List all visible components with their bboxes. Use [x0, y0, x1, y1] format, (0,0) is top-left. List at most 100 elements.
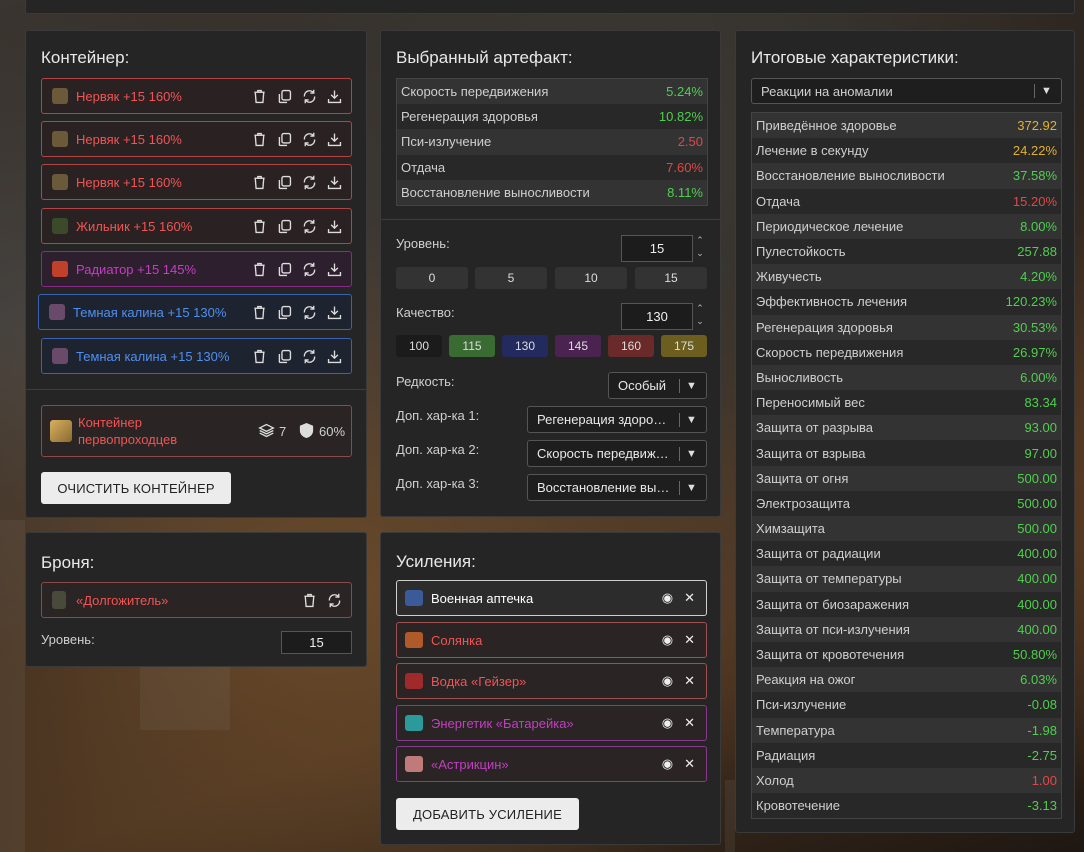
quality-preset-button[interactable]: 160 [608, 335, 654, 357]
refresh-icon[interactable] [301, 218, 318, 235]
armor-level-input[interactable]: 15 [281, 631, 352, 654]
container-item[interactable]: Нервяк +15 160% [41, 78, 352, 114]
boost-item[interactable]: Солянка ◉ ✕ [396, 622, 707, 658]
stat-row: Восстановление выносливости 8.11% [397, 179, 707, 205]
level-preset-button[interactable]: 5 [475, 267, 547, 289]
eye-icon[interactable]: ◉ [662, 590, 673, 606]
level-preset-button[interactable]: 0 [396, 267, 468, 289]
container-item[interactable]: Темная калина +15 130% [38, 294, 352, 330]
trash-icon[interactable] [251, 261, 268, 278]
trash-icon[interactable] [251, 131, 268, 148]
extra1-select[interactable]: Регенерация здоровья ▼ [527, 406, 707, 433]
stat-name: Реакция на ожог [756, 672, 856, 688]
trash-icon[interactable] [251, 174, 268, 191]
trash-icon[interactable] [251, 218, 268, 235]
stat-name: Радиация [756, 747, 816, 763]
copy-icon[interactable] [276, 348, 293, 365]
level-increment-icon[interactable]: ⌃ [695, 236, 705, 245]
trash-icon[interactable] [301, 592, 318, 609]
download-icon[interactable] [326, 88, 343, 105]
boost-item[interactable]: Энергетик «Батарейка» ◉ ✕ [396, 705, 707, 741]
stat-name: Защита от пси-излучения [756, 621, 910, 637]
stat-name: Отдача [756, 193, 801, 209]
totals-filter-select[interactable]: Реакции на аномалии ▼ [751, 78, 1062, 104]
stat-name: Защита от температуры [756, 571, 902, 587]
container-item[interactable]: Нервяк +15 160% [41, 164, 352, 200]
close-icon[interactable]: ✕ [684, 632, 695, 648]
quality-preset-button[interactable]: 145 [555, 335, 601, 357]
close-icon[interactable]: ✕ [684, 673, 695, 689]
quality-preset-button[interactable]: 100 [396, 335, 442, 357]
boost-item[interactable]: Водка «Гейзер» ◉ ✕ [396, 663, 707, 699]
container-icon [50, 420, 72, 442]
download-icon[interactable] [326, 218, 343, 235]
level-decrement-icon[interactable]: ⌄ [695, 249, 705, 258]
eye-icon[interactable]: ◉ [662, 632, 673, 648]
container-item[interactable]: Радиатор +15 145% [41, 251, 352, 287]
refresh-icon[interactable] [301, 304, 318, 321]
copy-icon[interactable] [276, 174, 293, 191]
boost-item[interactable]: Военная аптечка ◉ ✕ [396, 580, 707, 616]
eye-icon[interactable]: ◉ [662, 673, 673, 689]
download-icon[interactable] [326, 348, 343, 365]
refresh-icon[interactable] [301, 88, 318, 105]
eye-icon[interactable]: ◉ [662, 715, 673, 731]
boost-item[interactable]: «Астрикцин» ◉ ✕ [396, 746, 707, 782]
level-input[interactable]: 15 [621, 235, 693, 262]
refresh-icon[interactable] [326, 592, 343, 609]
add-boost-button[interactable]: ДОБАВИТЬ УСИЛЕНИЕ [396, 798, 579, 830]
trash-icon[interactable] [251, 304, 268, 321]
extra3-select[interactable]: Восстановление выносливости ▼ [527, 474, 707, 501]
quality-input[interactable]: 130 [621, 303, 693, 330]
copy-icon[interactable] [276, 131, 293, 148]
quality-preset-button[interactable]: 115 [449, 335, 495, 357]
download-icon[interactable] [326, 304, 343, 321]
close-icon[interactable]: ✕ [684, 590, 695, 606]
totals-stats-table: Приведённое здоровье 372.92 Лечение в сек… [751, 112, 1062, 820]
container-item[interactable]: Нервяк +15 160% [41, 121, 352, 157]
clear-container-button[interactable]: ОЧИСТИТЬ КОНТЕЙНЕР [41, 472, 231, 504]
refresh-icon[interactable] [301, 261, 318, 278]
close-icon[interactable]: ✕ [684, 756, 695, 772]
trash-icon[interactable] [251, 348, 268, 365]
refresh-icon[interactable] [301, 348, 318, 365]
copy-icon[interactable] [276, 218, 293, 235]
stat-value: 120.23% [1005, 294, 1057, 310]
total-stat-row: Переносимый вес 83.34 [752, 390, 1061, 416]
chevron-down-icon: ▼ [686, 379, 697, 392]
boost-icon [405, 715, 423, 731]
copy-icon[interactable] [276, 261, 293, 278]
quality-decrement-icon[interactable]: ⌄ [695, 317, 705, 326]
eye-icon[interactable]: ◉ [662, 756, 673, 772]
rarity-select[interactable]: Особый ▼ [608, 372, 707, 399]
level-preset-button[interactable]: 15 [635, 267, 707, 289]
stat-value: 500.00 [1017, 495, 1057, 511]
refresh-icon[interactable] [301, 131, 318, 148]
armor-item[interactable]: «Долгожитель» [41, 582, 352, 618]
boost-label: Энергетик «Батарейка» [431, 715, 574, 731]
stat-value: 6.03% [1020, 672, 1057, 688]
close-icon[interactable]: ✕ [684, 715, 695, 731]
stat-name: Защита от биозаражения [756, 596, 910, 612]
artifact-icon [52, 261, 68, 277]
selected-container[interactable]: Контейнер первопроходцев 7 60% [41, 405, 352, 457]
extra2-select[interactable]: Скорость передвижения ▼ [527, 440, 707, 467]
trash-icon[interactable] [251, 88, 268, 105]
copy-icon[interactable] [276, 304, 293, 321]
stat-name: Защита от радиации [756, 546, 881, 562]
boost-label: Солянка [431, 632, 483, 648]
refresh-icon[interactable] [301, 174, 318, 191]
level-preset-button[interactable]: 10 [555, 267, 627, 289]
container-item[interactable]: Темная калина +15 130% [41, 338, 352, 374]
stat-name: Пси-излучение [756, 697, 847, 713]
quality-increment-icon[interactable]: ⌃ [695, 304, 705, 313]
stat-name: Периодическое лечение [756, 218, 904, 234]
download-icon[interactable] [326, 261, 343, 278]
download-icon[interactable] [326, 174, 343, 191]
copy-icon[interactable] [276, 88, 293, 105]
quality-preset-button[interactable]: 130 [502, 335, 548, 357]
quality-preset-button[interactable]: 175 [661, 335, 707, 357]
download-icon[interactable] [326, 131, 343, 148]
stat-value: 400.00 [1017, 621, 1057, 637]
container-item[interactable]: Жильник +15 160% [41, 208, 352, 244]
